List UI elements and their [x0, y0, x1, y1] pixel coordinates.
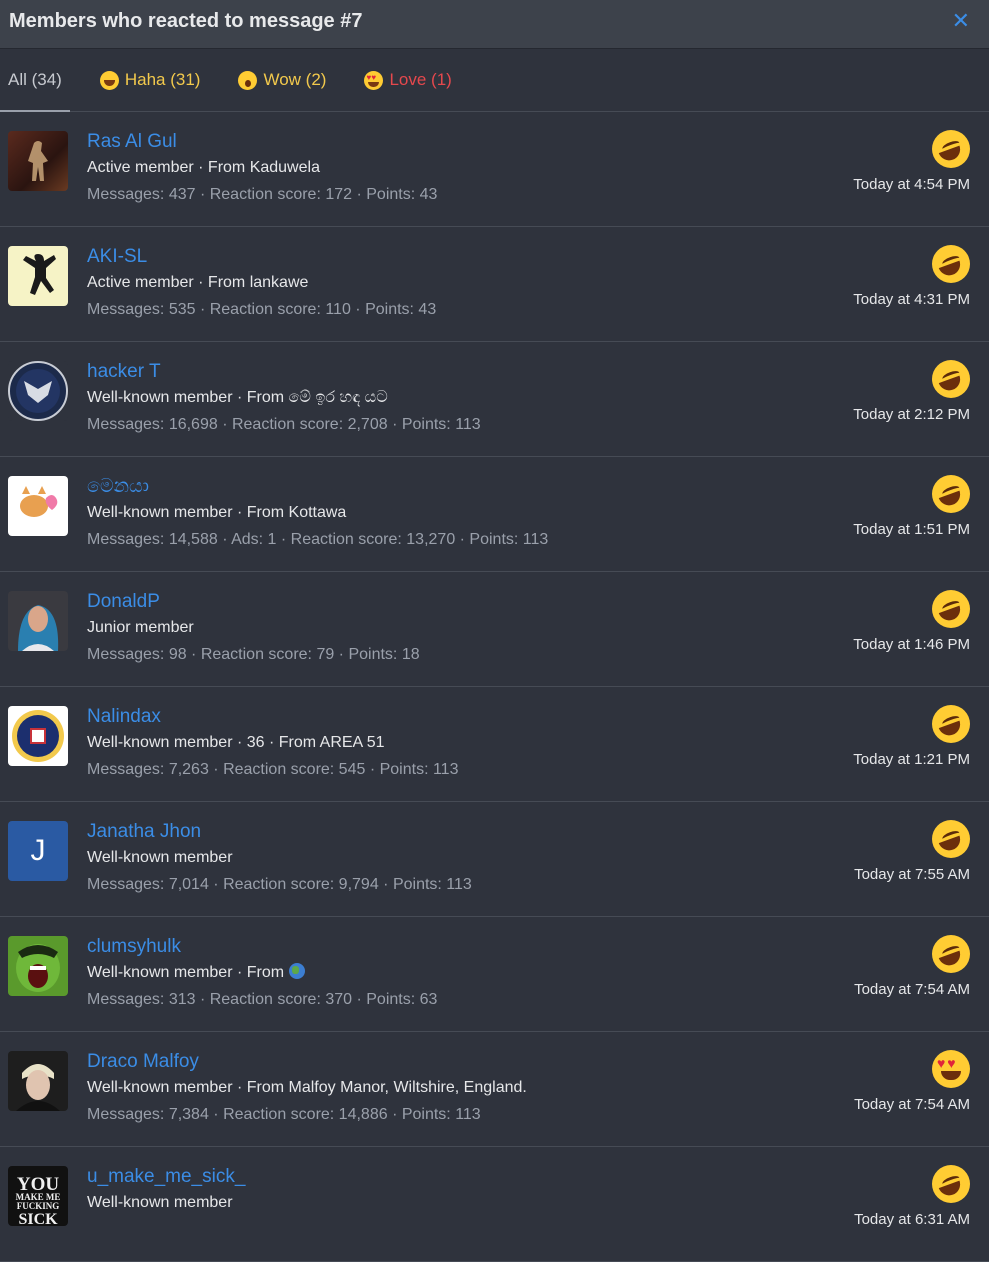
member-name[interactable]: clumsyhulk — [87, 936, 437, 958]
avatar[interactable] — [8, 591, 68, 651]
tab-label: All (34) — [8, 70, 62, 89]
avatar[interactable] — [8, 361, 68, 421]
avatar[interactable]: YOU MAKE ME FUCKING SICK — [8, 1166, 68, 1226]
member-name[interactable]: Ras Al Gul — [87, 131, 437, 153]
haha-emoji-icon — [932, 360, 970, 398]
member-row: DonaldP Junior member Messages: 98 · Rea… — [0, 572, 989, 687]
member-title: Well-known member · 36 · From AREA 51 — [87, 734, 385, 751]
member-name[interactable]: Draco Malfoy — [87, 1051, 527, 1073]
haha-emoji-icon — [932, 820, 970, 858]
haha-emoji-icon — [932, 705, 970, 743]
reaction-time[interactable]: Today at 2:12 PM — [853, 406, 970, 423]
member-stats: Messages: 437 · Reaction score: 172 · Po… — [87, 186, 438, 203]
member-row: J Janatha Jhon Well-known member Message… — [0, 802, 989, 917]
reaction-time[interactable]: Today at 7:55 AM — [854, 866, 970, 883]
member-list: Ras Al Gul Active member · From Kaduwela… — [0, 112, 989, 1262]
love-emoji-icon — [932, 1050, 970, 1088]
avatar[interactable] — [8, 936, 68, 996]
avatar[interactable] — [8, 1051, 68, 1111]
avatar[interactable] — [8, 131, 68, 191]
member-title: Well-known member · From Kottawa — [87, 504, 347, 521]
member-title: Well-known member · From — [87, 963, 437, 983]
member-row: Nalindax Well-known member · 36 · From A… — [0, 687, 989, 802]
reaction-time[interactable]: Today at 4:31 PM — [853, 291, 970, 308]
haha-emoji-icon — [932, 590, 970, 628]
tab-wow[interactable]: Wow (2) — [230, 49, 334, 111]
tab-label: Love (1) — [389, 70, 452, 89]
member-title: Well-known member · From මේ ඉර හඳ යට — [87, 389, 388, 406]
tab-love[interactable]: Love (1) — [356, 49, 459, 111]
reaction-time[interactable]: Today at 1:51 PM — [853, 521, 970, 538]
avatar[interactable] — [8, 706, 68, 766]
svg-text:FUCKING: FUCKING — [17, 1201, 60, 1211]
member-stats: Messages: 313 · Reaction score: 370 · Po… — [87, 991, 438, 1008]
member-stats: Messages: 535 · Reaction score: 110 · Po… — [87, 301, 437, 318]
wow-emoji-icon — [238, 70, 258, 90]
tab-all[interactable]: All (34) — [0, 49, 70, 112]
haha-emoji-icon — [99, 70, 119, 90]
member-name[interactable]: DonaldP — [87, 591, 420, 613]
tab-haha[interactable]: Haha (31) — [92, 49, 209, 111]
member-name[interactable]: AKI-SL — [87, 246, 436, 268]
svg-text:SICK: SICK — [18, 1211, 58, 1226]
reaction-time[interactable]: Today at 4:54 PM — [853, 176, 970, 193]
reaction-tabs: All (34) Haha (31) Wow (2) Love (1) — [0, 49, 989, 112]
member-title: Well-known member — [87, 1194, 233, 1211]
member-row: clumsyhulk Well-known member · From Mess… — [0, 917, 989, 1032]
member-stats: Messages: 16,698 · Reaction score: 2,708… — [87, 416, 481, 433]
love-emoji-icon — [364, 70, 384, 90]
reaction-time[interactable]: Today at 7:54 AM — [854, 1096, 970, 1113]
member-row: AKI-SL Active member · From lankawe Mess… — [0, 227, 989, 342]
member-name[interactable]: මෙනයා — [87, 476, 548, 498]
member-title: Active member · From Kaduwela — [87, 159, 320, 176]
member-name[interactable]: Nalindax — [87, 706, 458, 728]
member-stats: Messages: 14,588 · Ads: 1 · Reaction sco… — [87, 531, 549, 548]
member-title: Junior member — [87, 619, 194, 636]
overlay-title: Members who reacted to message #7 — [9, 9, 363, 32]
haha-emoji-icon — [932, 1165, 970, 1203]
haha-emoji-icon — [932, 130, 970, 168]
member-title: Well-known member — [87, 849, 233, 866]
member-stats: Messages: 7,384 · Reaction score: 14,886… — [87, 1106, 481, 1123]
member-name[interactable]: u_make_me_sick_ — [87, 1166, 245, 1188]
overlay-header: Members who reacted to message #7 ✕ — [0, 0, 989, 49]
member-row: YOU MAKE ME FUCKING SICK u_make_me_sick_ We… — [0, 1147, 989, 1262]
member-row: මෙනයා Well-known member · From Kottawa M… — [0, 457, 989, 572]
close-icon[interactable]: ✕ — [952, 8, 970, 34]
haha-emoji-icon — [932, 475, 970, 513]
reaction-time[interactable]: Today at 1:46 PM — [853, 636, 970, 653]
member-stats: Messages: 7,263 · Reaction score: 545 · … — [87, 761, 459, 778]
globe-icon — [288, 963, 305, 979]
haha-emoji-icon — [932, 935, 970, 973]
avatar[interactable] — [8, 476, 68, 536]
tab-label: Wow (2) — [263, 70, 327, 89]
avatar[interactable]: J — [8, 821, 68, 881]
reaction-time[interactable]: Today at 7:54 AM — [854, 981, 970, 998]
avatar[interactable] — [8, 246, 68, 306]
reaction-time[interactable]: Today at 1:21 PM — [853, 751, 970, 768]
reaction-time[interactable]: Today at 6:31 AM — [854, 1211, 970, 1228]
member-name[interactable]: Janatha Jhon — [87, 821, 472, 843]
member-row: Draco Malfoy Well-known member · From Ma… — [0, 1032, 989, 1147]
member-stats: Messages: 7,014 · Reaction score: 9,794 … — [87, 876, 472, 893]
tab-label: Haha (31) — [124, 70, 201, 89]
haha-emoji-icon — [932, 245, 970, 283]
member-row: Ras Al Gul Active member · From Kaduwela… — [0, 112, 989, 227]
member-name[interactable]: hacker T — [87, 361, 481, 383]
member-stats: Messages: 98 · Reaction score: 79 · Poin… — [87, 646, 420, 663]
member-title: Well-known member · From Malfoy Manor, W… — [87, 1079, 527, 1096]
member-title: Active member · From lankawe — [87, 274, 309, 291]
member-row: hacker T Well-known member · From මේ ඉර … — [0, 342, 989, 457]
